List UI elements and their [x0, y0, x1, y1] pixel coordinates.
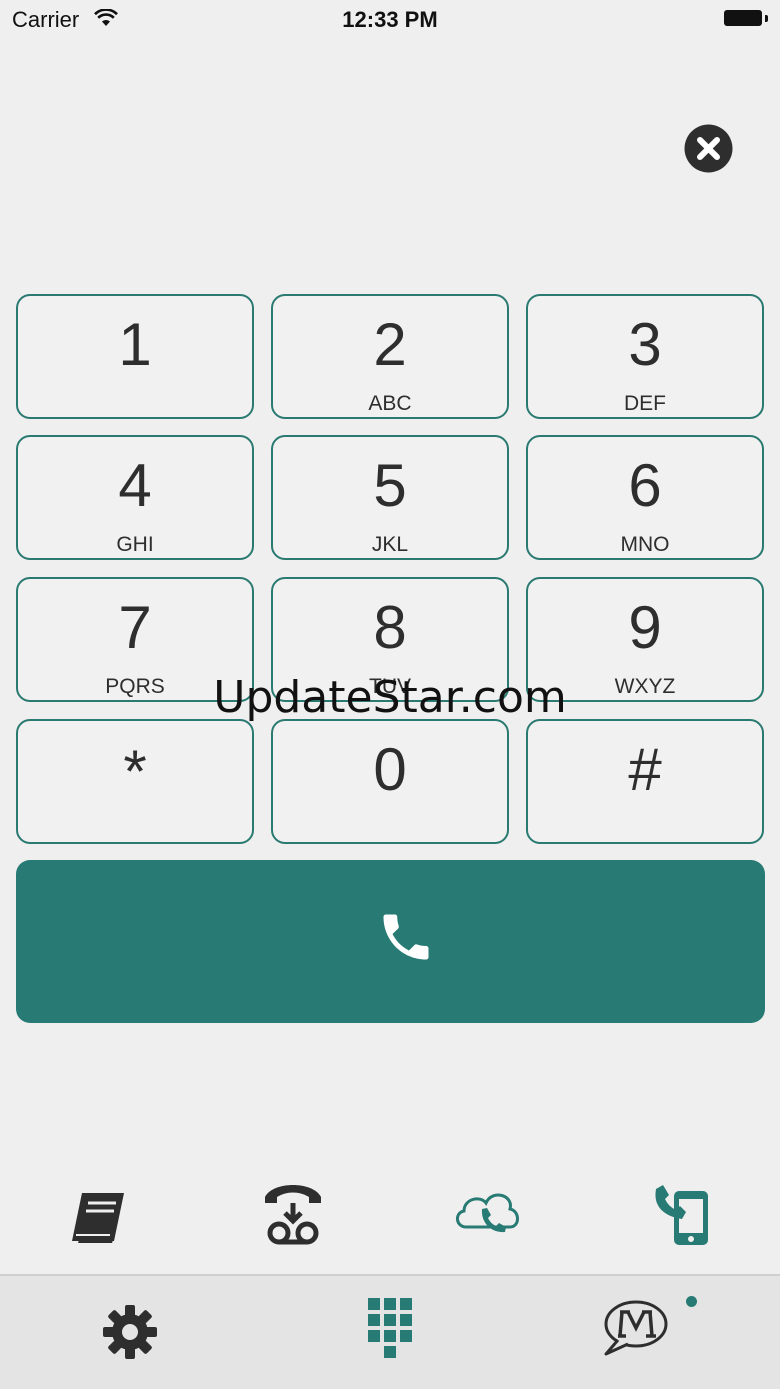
key-digit: 6 — [628, 452, 662, 519]
dialpad-icon — [368, 1298, 412, 1358]
key-letters: DEF — [624, 392, 666, 415]
key-digit: * — [123, 738, 147, 805]
messages-icon — [604, 1300, 668, 1356]
key-digit: 2 — [373, 311, 407, 378]
key-digit: 4 — [118, 452, 152, 519]
status-time: 12:33 PM — [342, 7, 438, 32]
action-bar — [0, 1175, 780, 1265]
key-letters: ABC — [368, 392, 412, 415]
voicemail-icon — [265, 1185, 321, 1245]
contacts-button[interactable] — [58, 1175, 138, 1255]
key-4[interactable]: 4 GHI — [16, 435, 254, 560]
key-digit: 0 — [373, 736, 407, 803]
key-hash[interactable]: # — [526, 719, 764, 844]
key-6[interactable]: 6 MNO — [526, 435, 764, 560]
key-1[interactable]: 1 — [16, 294, 254, 419]
tab-messages[interactable] — [600, 1294, 680, 1374]
key-letters: MNO — [620, 533, 670, 556]
key-digit: 8 — [373, 594, 407, 661]
key-3[interactable]: 3 DEF — [526, 294, 764, 419]
key-5[interactable]: 5 JKL — [271, 435, 509, 560]
tab-dialpad[interactable] — [350, 1294, 430, 1374]
clear-button[interactable] — [684, 124, 733, 173]
phone-icon — [383, 914, 429, 960]
key-digit: 7 — [118, 594, 152, 661]
key-digit: 5 — [373, 452, 407, 519]
cloud-call-button[interactable] — [448, 1175, 528, 1255]
settings-icon — [103, 1305, 157, 1359]
mobile-call-button[interactable] — [650, 1175, 730, 1255]
contacts-book-icon — [72, 1193, 124, 1243]
key-letters: JKL — [371, 533, 409, 556]
tab-settings[interactable] — [90, 1294, 170, 1374]
voicemail-button[interactable] — [253, 1175, 333, 1255]
key-digit: 9 — [628, 594, 662, 661]
key-0[interactable]: 0 — [271, 719, 509, 844]
key-digit: 3 — [628, 311, 662, 378]
mobile-call-icon — [655, 1185, 708, 1245]
notification-dot — [686, 1296, 697, 1307]
call-button[interactable] — [16, 860, 765, 1023]
key-digit: 1 — [118, 311, 152, 378]
status-bar: Carrier 12:33 PM — [0, 0, 780, 40]
battery-icon — [724, 10, 768, 28]
key-star[interactable]: * — [16, 719, 254, 844]
cloud-call-icon — [456, 1193, 519, 1233]
key-digit: # — [628, 736, 662, 803]
key-2[interactable]: 2 ABC — [271, 294, 509, 419]
tab-bar — [0, 1274, 780, 1389]
close-icon — [684, 124, 733, 173]
key-letters: GHI — [116, 533, 154, 556]
watermark-text: UpdateStar.com — [213, 672, 567, 723]
